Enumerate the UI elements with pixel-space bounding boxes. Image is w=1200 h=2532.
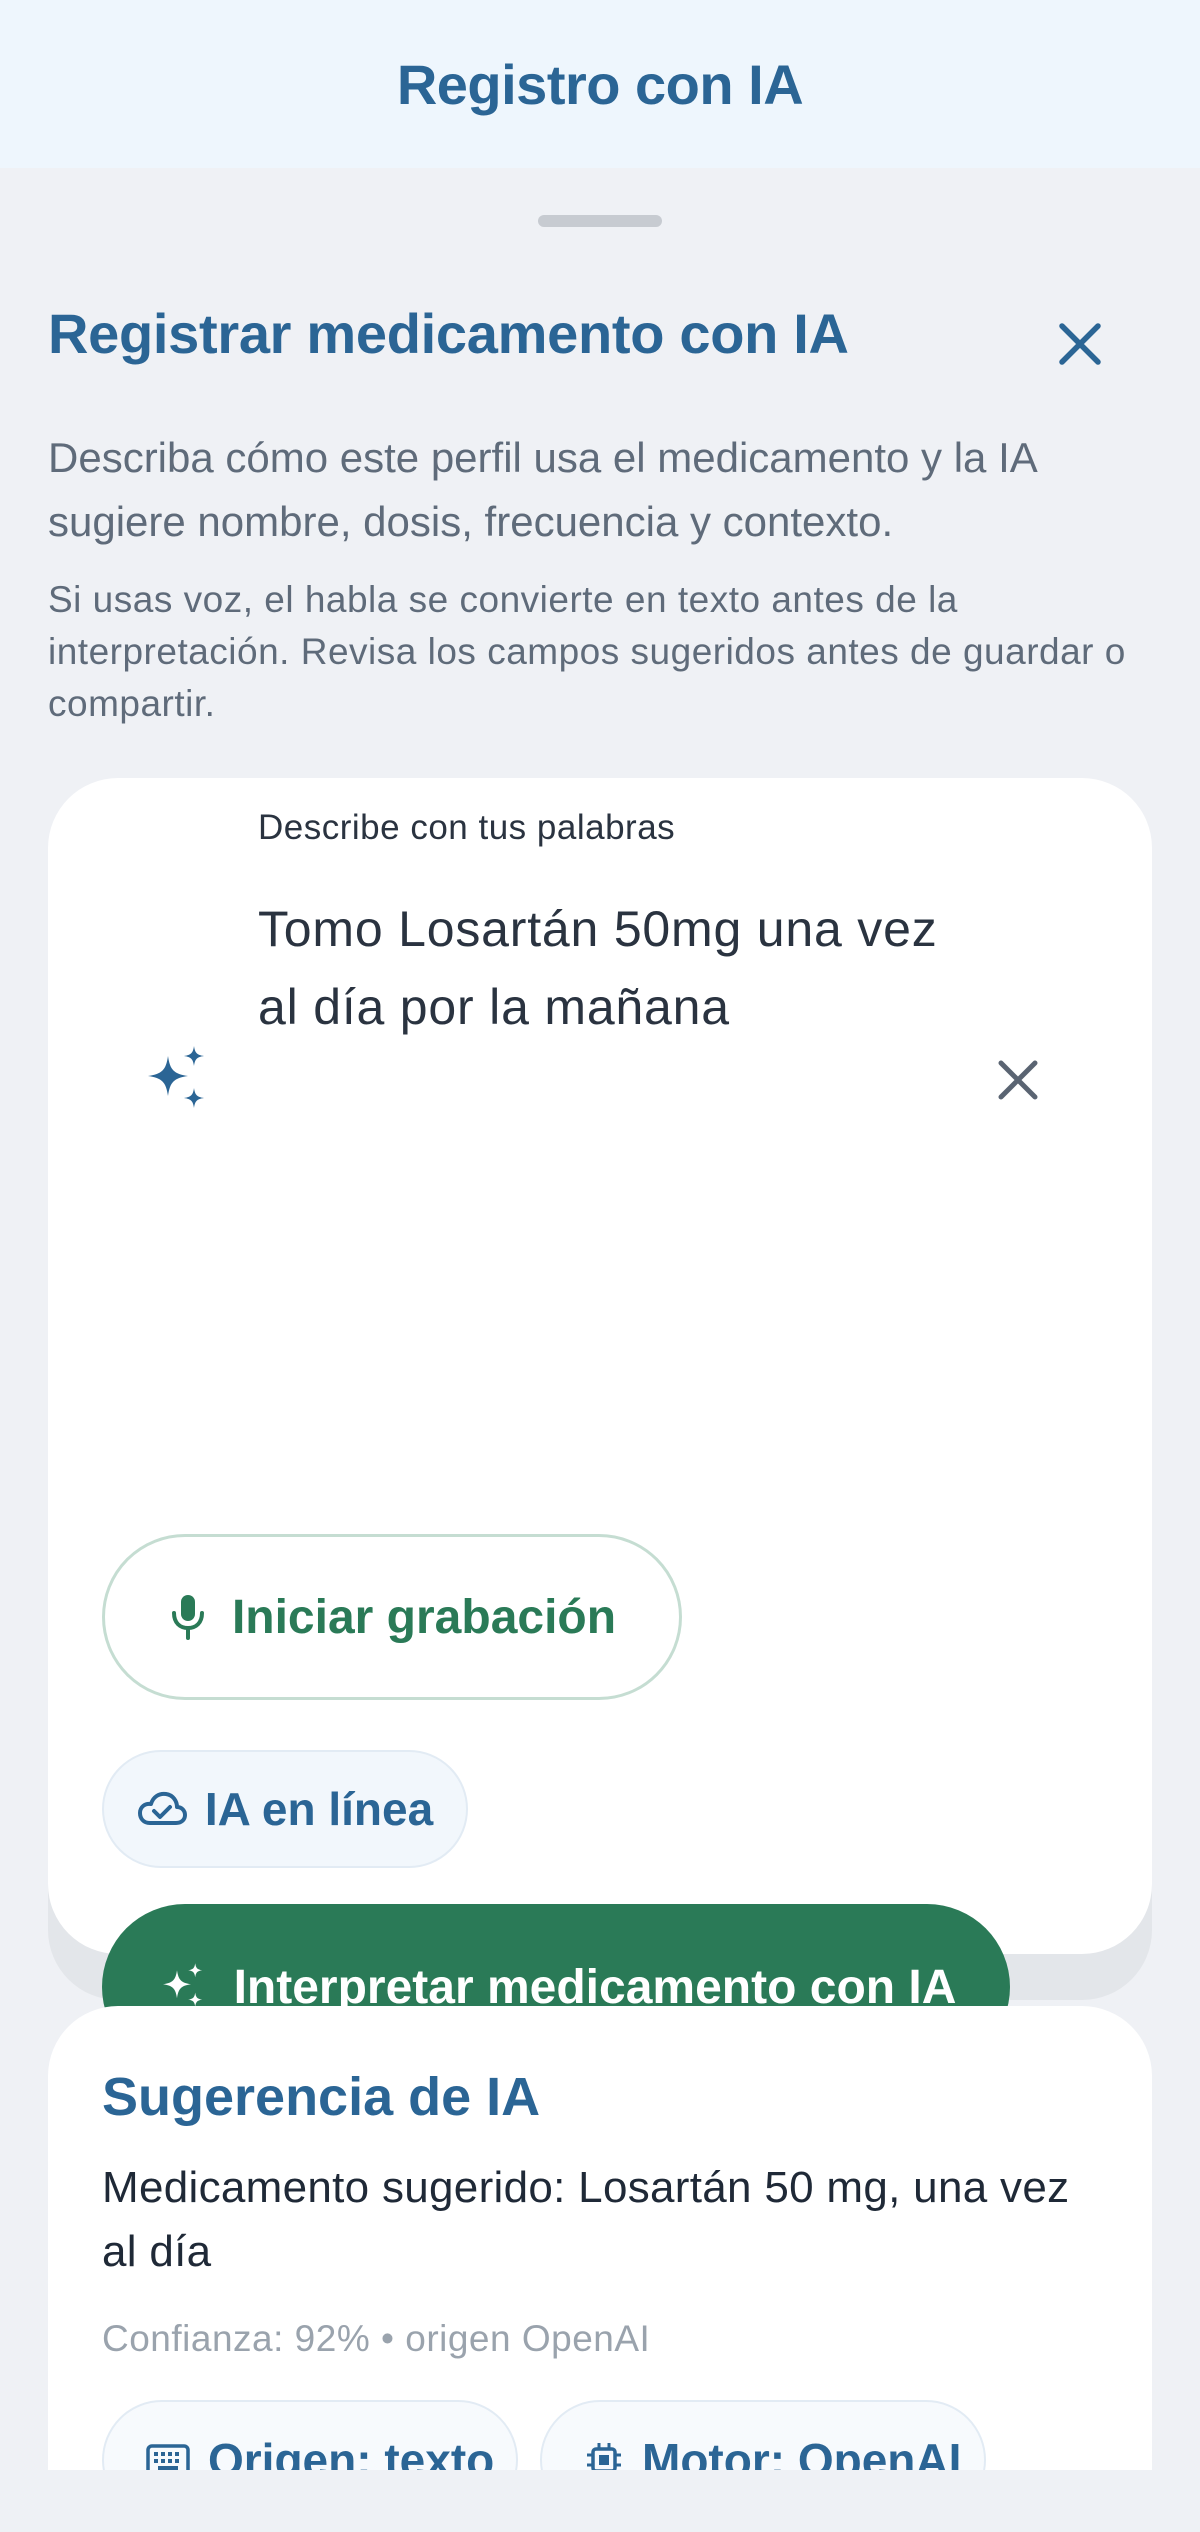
microphone-icon: [171, 1595, 204, 1640]
close-icon: [1059, 323, 1101, 365]
sparkle-icon: [148, 1046, 204, 1108]
sheet-title: Registrar medicamento con IA: [48, 302, 849, 365]
sheet-grabber[interactable]: [538, 215, 662, 227]
cloud-check-icon: [137, 1791, 187, 1825]
clear-text-button[interactable]: [978, 1040, 1058, 1120]
input-card: Describe con tus palabras Tomo Losartán …: [48, 778, 1152, 2070]
bottom-sheet: Registrar medicamento con IA Describa có…: [0, 168, 1200, 2532]
ai-online-label: IA en línea: [204, 1783, 434, 1835]
clear-icon: [998, 1060, 1038, 1100]
app-title: Registro con IA: [396, 52, 804, 116]
field-label: Describe con tus palabras: [258, 808, 676, 847]
sheet-description: Describa cómo este perfil usa el medicam…: [48, 434, 1036, 545]
ai-online-chip: IA en línea: [102, 1750, 468, 1868]
close-button[interactable]: [1040, 304, 1120, 384]
suggestion-text: Medicamento sugerido: Losartán 50 mg, un…: [102, 2163, 1070, 2276]
app-header: Registro con IA: [0, 0, 1200, 168]
record-label: Iniciar grabación: [231, 1590, 617, 1644]
start-recording-button[interactable]: Iniciar grabación: [102, 1534, 682, 1700]
bottom-inset: [0, 2470, 1200, 2532]
suggestion-title: Sugerencia de IA: [102, 2067, 541, 2127]
suggestion-card: Sugerencia de IA Medicamento sugerido: L…: [48, 2006, 1152, 2532]
voice-note: Si usas voz, el habla se convierte en te…: [48, 579, 1126, 724]
suggestion-confidence: Confianza: 92% • origen OpenAI: [102, 2318, 651, 2359]
description-textarea[interactable]: Tomo Losartán 50mg una vez al día por la…: [258, 890, 958, 1046]
